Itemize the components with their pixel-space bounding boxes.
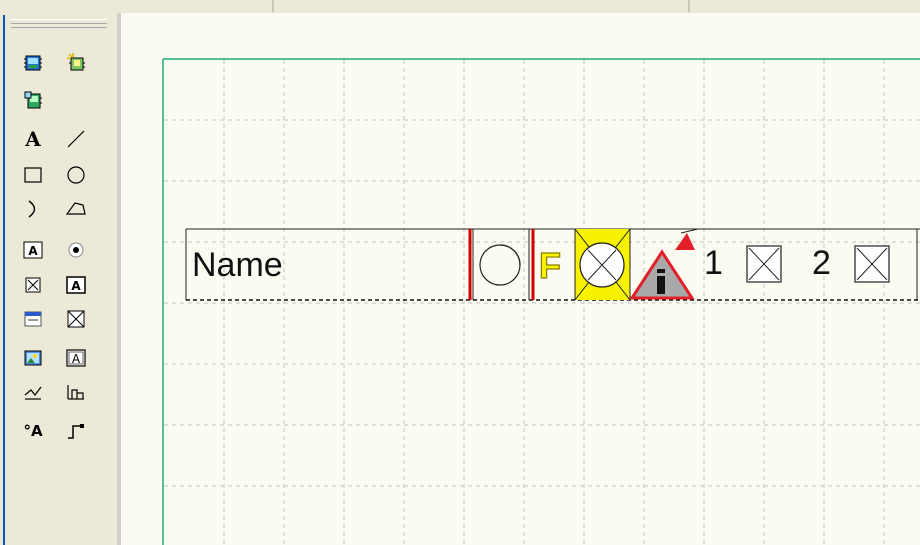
row-number-2: 2 — [812, 244, 831, 282]
lamp-symbol[interactable] — [576, 231, 629, 299]
rotation-circle-symbol[interactable] — [476, 241, 526, 291]
row-name-label[interactable]: Name — [192, 246, 283, 285]
flag-symbol[interactable] — [536, 241, 574, 291]
checkbox-2[interactable] — [855, 246, 889, 282]
warning-triangle-icon[interactable] — [630, 231, 698, 299]
symbol-row-graphics — [185, 228, 920, 301]
checkbox-1[interactable] — [747, 246, 781, 282]
row-number-1: 1 — [704, 244, 723, 282]
